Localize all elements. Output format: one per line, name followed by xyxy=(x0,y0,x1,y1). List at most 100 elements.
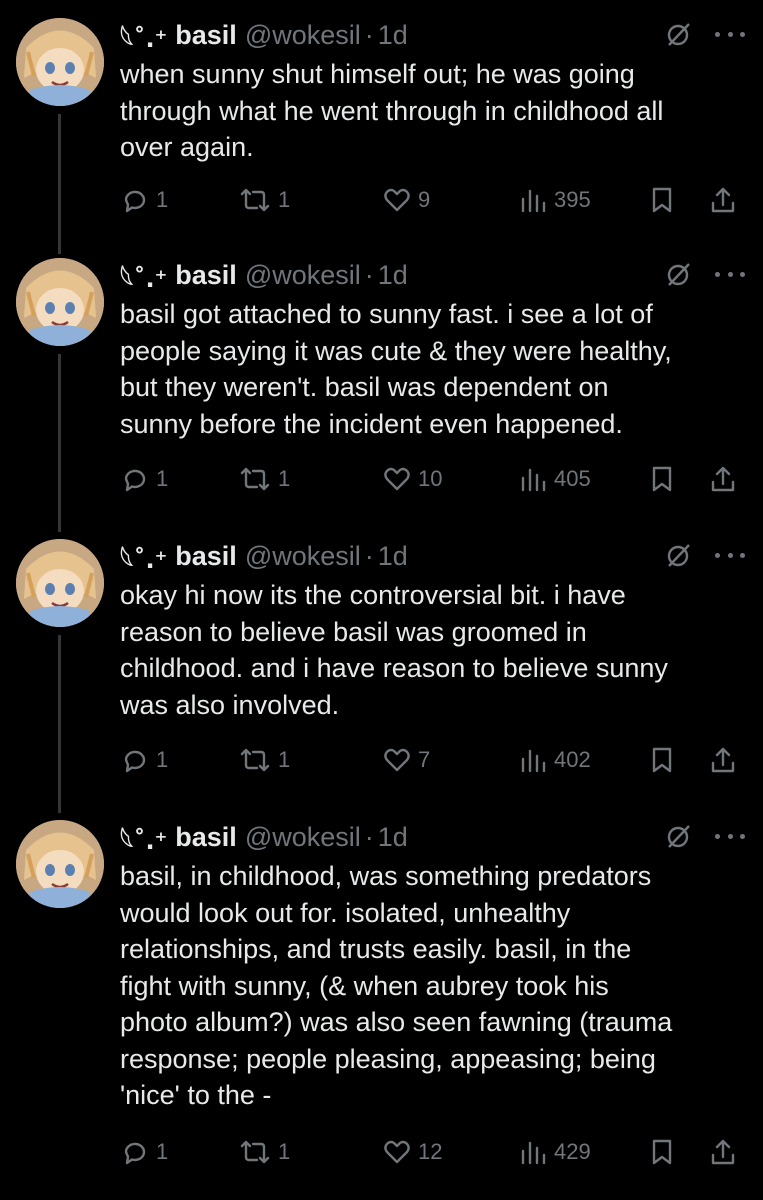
reply-icon xyxy=(124,1142,146,1165)
grok-icon[interactable] xyxy=(665,260,693,288)
bookmark-button[interactable] xyxy=(648,742,676,778)
tweet-header: 𓆩˚.⁺ basil @wokesil · 1d xyxy=(120,18,408,54)
views-button[interactable]: 405 xyxy=(518,461,591,497)
tweet-header: 𓆩˚.⁺ basil @wokesil · 1d xyxy=(120,539,408,575)
more-icon[interactable] xyxy=(715,262,745,286)
retweet-count: 1 xyxy=(278,466,291,491)
share-button[interactable] xyxy=(708,1134,738,1170)
action-bar: 1 1 9 395 xyxy=(120,182,750,218)
tweet-text: when sunny shut himself out; he was goin… xyxy=(120,59,664,162)
retweet-button[interactable]: 1 xyxy=(238,1134,290,1170)
action-bar: 1 1 10 405 xyxy=(120,461,750,497)
share-button[interactable] xyxy=(708,742,738,778)
retweet-button[interactable]: 1 xyxy=(238,182,290,218)
more-icon[interactable] xyxy=(715,824,745,848)
separator-dot: · xyxy=(364,259,374,290)
reply-icon xyxy=(124,190,146,213)
like-icon xyxy=(384,1140,410,1164)
reply-button[interactable]: 1 xyxy=(120,461,168,497)
views-button[interactable]: 429 xyxy=(518,1134,591,1170)
retweet-button[interactable]: 1 xyxy=(238,461,290,497)
tweet-header: 𓆩˚.⁺ basil @wokesil · 1d xyxy=(120,820,408,856)
views-icon xyxy=(521,749,546,773)
tweet[interactable]: 𓆩˚.⁺ basil @wokesil · 1d basil got attac… xyxy=(0,258,763,532)
timestamp[interactable]: 1d xyxy=(378,20,408,51)
view-count: 405 xyxy=(554,466,591,491)
handle[interactable]: @wokesil xyxy=(245,20,361,51)
like-count: 10 xyxy=(418,466,443,491)
tweet[interactable]: 𓆩˚.⁺ basil @wokesil · 1d okay hi now its… xyxy=(0,539,763,813)
display-name[interactable]: basil xyxy=(175,822,237,853)
name-decoration: 𓆩˚.⁺ xyxy=(120,25,168,53)
thread-connector xyxy=(58,114,61,254)
views-button[interactable]: 402 xyxy=(518,742,591,778)
retweet-count: 1 xyxy=(278,747,291,772)
grok-icon[interactable] xyxy=(665,20,693,48)
bookmark-icon xyxy=(652,187,672,213)
avatar[interactable] xyxy=(16,18,104,106)
share-button[interactable] xyxy=(708,182,738,218)
display-name[interactable]: basil xyxy=(175,541,237,572)
grok-icon[interactable] xyxy=(665,541,693,569)
like-count: 12 xyxy=(418,1139,443,1164)
thread-connector xyxy=(58,635,61,813)
like-button[interactable]: 7 xyxy=(382,742,430,778)
handle[interactable]: @wokesil xyxy=(245,541,361,572)
share-icon xyxy=(711,187,735,213)
more-icon[interactable] xyxy=(715,543,745,567)
bookmark-icon xyxy=(652,1139,672,1165)
reply-button[interactable]: 1 xyxy=(120,182,168,218)
like-button[interactable]: 9 xyxy=(382,182,430,218)
reply-count: 1 xyxy=(156,1139,169,1164)
reply-icon xyxy=(124,469,146,492)
like-button[interactable]: 12 xyxy=(382,1134,442,1170)
reply-count: 1 xyxy=(156,466,169,491)
views-button[interactable]: 395 xyxy=(518,182,591,218)
timestamp[interactable]: 1d xyxy=(378,822,408,853)
tweet[interactable]: 𓆩˚.⁺ basil @wokesil · 1d when sunny shut… xyxy=(0,18,763,254)
action-bar: 1 1 12 429 xyxy=(120,1134,750,1170)
retweet-icon xyxy=(240,1140,270,1164)
like-count: 9 xyxy=(418,187,431,212)
like-count: 7 xyxy=(418,747,431,772)
reply-button[interactable]: 1 xyxy=(120,1134,168,1170)
bookmark-button[interactable] xyxy=(648,1134,676,1170)
display-name[interactable]: basil xyxy=(175,20,237,51)
avatar[interactable] xyxy=(16,258,104,346)
avatar[interactable] xyxy=(16,539,104,627)
share-icon xyxy=(711,466,735,492)
name-decoration: 𓆩˚.⁺ xyxy=(120,546,168,574)
retweet-count: 1 xyxy=(278,187,291,212)
reply-button[interactable]: 1 xyxy=(120,742,168,778)
handle[interactable]: @wokesil xyxy=(245,822,361,853)
view-count: 429 xyxy=(554,1139,591,1164)
reply-count: 1 xyxy=(156,747,169,772)
display-name[interactable]: basil xyxy=(175,260,237,291)
retweet-count: 1 xyxy=(278,1139,291,1164)
timestamp[interactable]: 1d xyxy=(378,541,408,572)
share-icon xyxy=(711,747,735,773)
like-icon xyxy=(384,467,410,491)
retweet-icon xyxy=(240,467,270,491)
more-icon[interactable] xyxy=(715,22,745,46)
bookmark-button[interactable] xyxy=(648,182,676,218)
thread: 𓆩˚.⁺ basil @wokesil · 1d when sunny shut… xyxy=(0,0,763,1200)
handle[interactable]: @wokesil xyxy=(245,260,361,291)
retweet-button[interactable]: 1 xyxy=(238,742,290,778)
views-icon xyxy=(521,1141,546,1165)
like-button[interactable]: 10 xyxy=(382,461,442,497)
thread-connector xyxy=(58,354,61,532)
bookmark-button[interactable] xyxy=(648,461,676,497)
share-button[interactable] xyxy=(708,461,738,497)
timestamp[interactable]: 1d xyxy=(378,260,408,291)
bookmark-icon xyxy=(652,747,672,773)
tweet[interactable]: 𓆩˚.⁺ basil @wokesil · 1d basil, in child… xyxy=(0,820,763,1180)
grok-icon[interactable] xyxy=(665,822,693,850)
retweet-icon xyxy=(240,748,270,772)
share-icon xyxy=(711,1139,735,1165)
avatar[interactable] xyxy=(16,820,104,908)
separator-dot: · xyxy=(364,821,374,852)
views-icon xyxy=(521,468,546,492)
name-decoration: 𓆩˚.⁺ xyxy=(120,827,168,855)
action-bar: 1 1 7 402 xyxy=(120,742,750,778)
